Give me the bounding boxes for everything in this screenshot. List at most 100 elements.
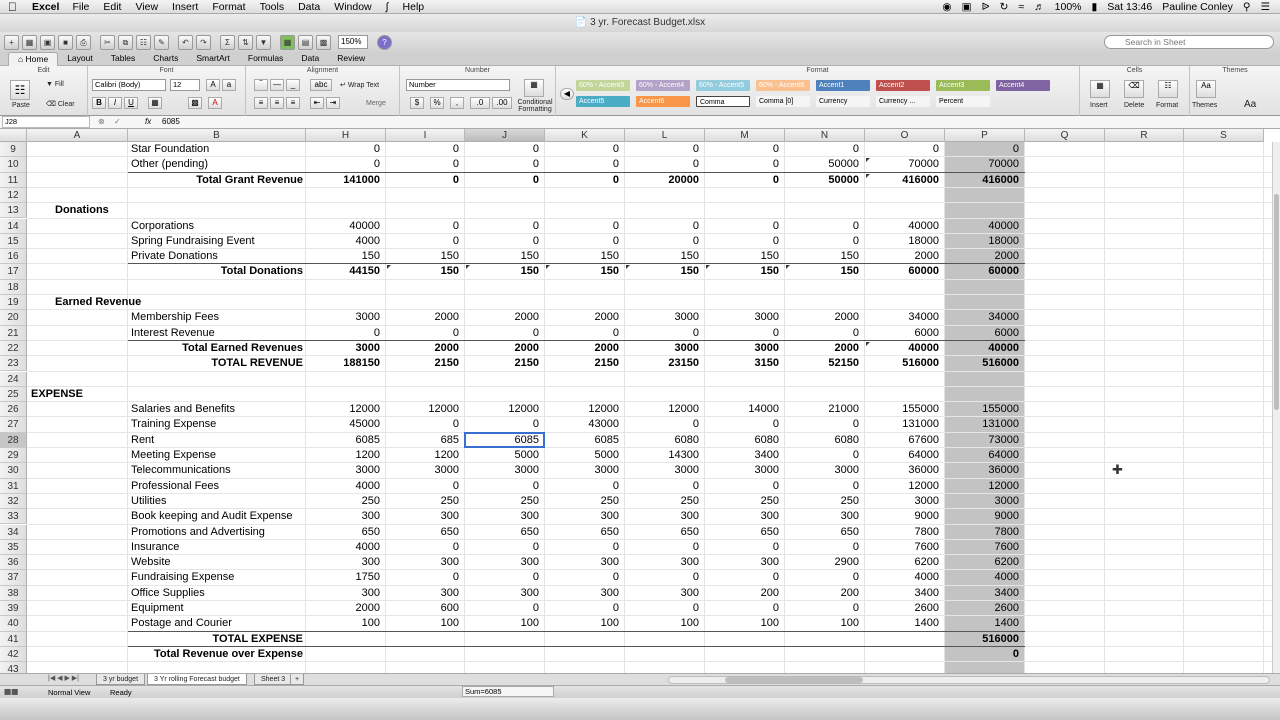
table-cell[interactable]: 650	[465, 525, 544, 540]
table-cell[interactable]: 0	[625, 540, 704, 555]
table-cell[interactable]: 60000	[945, 264, 1024, 279]
screen-icon[interactable]: ▣	[962, 1, 972, 13]
table-cell[interactable]: 150	[545, 264, 624, 279]
formula-input[interactable]: 6085	[162, 116, 180, 128]
apple-icon[interactable]: 	[8, 0, 24, 14]
style-60-accent3[interactable]: 60% - Accent3	[576, 80, 630, 91]
style-comma-0[interactable]: Comma [0]	[756, 96, 810, 107]
table-cell[interactable]: 685	[386, 433, 464, 448]
table-cell[interactable]: 3000	[625, 341, 704, 356]
table-cell[interactable]: 6085	[306, 433, 385, 448]
row-header-19[interactable]: 19	[0, 295, 27, 311]
style-currency[interactable]: Currency ...	[876, 96, 930, 107]
column-header-q[interactable]: Q	[1025, 129, 1105, 142]
sheet-nav-icon[interactable]: |◀ ◀ ▶ ▶|	[48, 674, 79, 682]
align-middle-icon[interactable]: —	[270, 79, 284, 91]
table-cell[interactable]: 14300	[625, 448, 704, 463]
table-cell[interactable]: 150	[625, 249, 704, 264]
table-cell[interactable]: 0	[785, 601, 864, 616]
table-cell[interactable]: 250	[785, 494, 864, 509]
row-header-11[interactable]: 11	[0, 172, 27, 188]
fill-color-icon[interactable]: ▩	[188, 97, 202, 109]
row-header-18[interactable]: 18	[0, 279, 27, 295]
table-cell[interactable]: 0	[625, 326, 704, 341]
table-cell[interactable]: 14000	[705, 402, 784, 417]
bold-icon[interactable]: B	[92, 97, 106, 109]
tab-tables[interactable]: Tables	[102, 52, 145, 65]
table-cell[interactable]: 0	[705, 326, 784, 341]
font-size-select[interactable]: 12	[170, 79, 200, 91]
style-60-accent5[interactable]: 60% - Accent5	[696, 80, 750, 91]
row-header-10[interactable]: 10	[0, 157, 27, 173]
table-cell[interactable]: 100	[306, 616, 385, 631]
menu-view[interactable]: View	[135, 1, 158, 13]
column-header-k[interactable]: K	[545, 129, 625, 142]
table-cell[interactable]: 155000	[945, 402, 1024, 417]
row-header-23[interactable]: 23	[0, 356, 27, 372]
table-cell[interactable]: 2600	[865, 601, 944, 616]
align-center-icon[interactable]: ≡	[270, 97, 284, 109]
vertical-scrollbar[interactable]	[1272, 142, 1280, 673]
style-accent2[interactable]: Accent2	[876, 80, 930, 91]
table-cell[interactable]: 7800	[945, 525, 1024, 540]
table-cell[interactable]: 0	[465, 157, 544, 172]
tab-data[interactable]: Data	[292, 52, 328, 65]
table-cell[interactable]: 34000	[865, 310, 944, 325]
table-cell[interactable]: 300	[386, 555, 464, 570]
table-cell[interactable]: 250	[386, 494, 464, 509]
table-cell[interactable]: 0	[465, 601, 544, 616]
clock[interactable]: Sat 13:46	[1107, 1, 1152, 13]
print-icon[interactable]: ⎙	[76, 34, 91, 50]
row-header-31[interactable]: 31	[0, 478, 27, 494]
table-cell[interactable]: 150	[465, 264, 544, 279]
table-cell[interactable]: 250	[545, 494, 624, 509]
table-cell[interactable]: 0	[785, 448, 864, 463]
table-cell[interactable]: 0	[785, 540, 864, 555]
horizontal-scrollbar[interactable]	[668, 676, 1270, 684]
format-painter-icon[interactable]: ✎	[154, 34, 169, 50]
table-cell[interactable]: 516000	[945, 356, 1024, 371]
menu-data[interactable]: Data	[298, 1, 320, 13]
gallery-icon[interactable]: ▦	[280, 34, 295, 50]
table-cell[interactable]: 3400	[865, 586, 944, 601]
table-cell[interactable]: 650	[545, 525, 624, 540]
table-cell[interactable]: 6080	[705, 433, 784, 448]
app-menu[interactable]: Excel	[32, 1, 59, 13]
table-cell[interactable]: 18000	[945, 234, 1024, 249]
table-cell[interactable]: 9000	[865, 509, 944, 524]
column-header-s[interactable]: S	[1184, 129, 1264, 142]
table-cell[interactable]: 250	[625, 494, 704, 509]
table-cell[interactable]: 40000	[865, 341, 944, 356]
table-cell[interactable]: 67600	[865, 433, 944, 448]
table-cell[interactable]: 4000	[945, 570, 1024, 585]
table-cell[interactable]: 600	[386, 601, 464, 616]
table-cell[interactable]: 650	[625, 525, 704, 540]
table-cell[interactable]: 50000	[785, 173, 864, 188]
table-cell[interactable]: 40000	[865, 219, 944, 234]
table-cell[interactable]: 1200	[306, 448, 385, 463]
table-cell[interactable]: 0	[625, 570, 704, 585]
tab-smartart[interactable]: SmartArt	[187, 52, 239, 65]
add-sheet-icon[interactable]: +	[290, 674, 305, 685]
table-cell[interactable]: 70000	[945, 157, 1024, 172]
cancel-icon[interactable]: ⊗	[98, 116, 105, 128]
borders-icon[interactable]: ▦	[148, 97, 162, 109]
table-cell[interactable]: 3150	[705, 356, 784, 371]
fx-icon[interactable]: fx	[145, 116, 151, 128]
table-cell[interactable]: 3000	[625, 310, 704, 325]
save-icon[interactable]: ■	[58, 34, 73, 50]
select-all-corner[interactable]	[0, 129, 27, 142]
row-header-28[interactable]: 28	[0, 432, 27, 448]
table-cell[interactable]: 5000	[545, 448, 624, 463]
table-cell[interactable]: 0	[545, 219, 624, 234]
table-cell[interactable]: 0	[386, 142, 464, 157]
table-cell[interactable]: 12000	[306, 402, 385, 417]
table-cell[interactable]: 6000	[945, 326, 1024, 341]
table-cell[interactable]: 100	[625, 616, 704, 631]
tab-review[interactable]: Review	[328, 52, 374, 65]
table-cell[interactable]: 2150	[386, 356, 464, 371]
font-name-select[interactable]: Calibri (Body)	[92, 79, 166, 91]
menu-window[interactable]: Window	[334, 1, 371, 13]
table-cell[interactable]: 5000	[465, 448, 544, 463]
fill-button[interactable]: ▼ Fill	[46, 81, 64, 88]
